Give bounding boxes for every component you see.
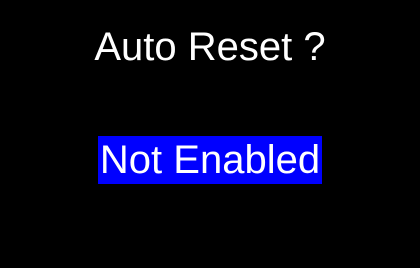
option-row: Not Enabled bbox=[0, 136, 420, 186]
selected-option-not-enabled[interactable]: Not Enabled bbox=[97, 136, 323, 184]
auto-reset-screen: Auto Reset ? Not Enabled bbox=[0, 0, 420, 268]
auto-reset-prompt: Auto Reset ? bbox=[94, 25, 326, 69]
